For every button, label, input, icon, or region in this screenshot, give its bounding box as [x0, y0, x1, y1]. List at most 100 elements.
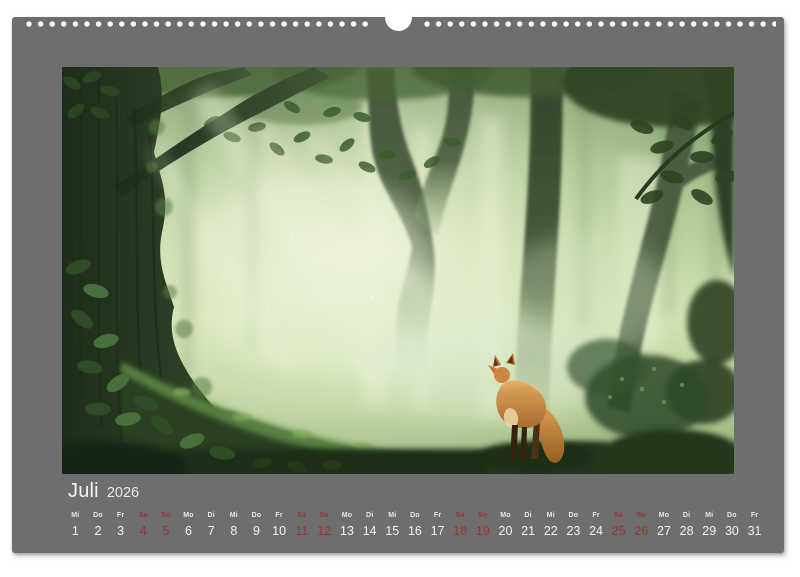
day-number: 8	[222, 524, 245, 538]
weekday-label: Do	[562, 511, 585, 520]
day-cell: Fr 3	[109, 511, 132, 538]
day-cell: Do 16	[404, 511, 427, 538]
weekday-label: So	[472, 511, 495, 520]
day-number: 27	[653, 524, 676, 538]
day-cell: Mo 6	[177, 511, 200, 538]
day-cell: Do 9	[245, 511, 268, 538]
day-cell: Di 7	[200, 511, 223, 538]
day-cell: Mo 27	[653, 511, 676, 538]
weekday-label: So	[313, 511, 336, 520]
days-row: Mi1Do2Fr3Sa4So5Mo6Di7Mi8Do9Fr10Sa11So12M…	[64, 511, 766, 538]
day-number: 22	[539, 524, 562, 538]
weekday-label: Fr	[585, 511, 608, 520]
day-cell: Mo 13	[336, 511, 359, 538]
year-label: 2026	[107, 485, 139, 501]
weekday-label: Fr	[426, 511, 449, 520]
day-cell: Fr 24	[585, 511, 608, 538]
weekday-label: Sa	[132, 511, 155, 520]
day-number: 21	[517, 524, 540, 538]
forest-fox-illustration	[62, 67, 734, 474]
day-cell: Fr 31	[743, 511, 766, 538]
day-cell: Fr 10	[268, 511, 291, 538]
weekday-label: Di	[517, 511, 540, 520]
day-number: 7	[200, 524, 223, 538]
day-cell: So 26	[630, 511, 653, 538]
calendar-artwork	[62, 67, 734, 474]
weekday-label: Do	[404, 511, 427, 520]
day-number: 1	[64, 524, 87, 538]
day-cell: Di 28	[675, 511, 698, 538]
weekday-label: Di	[200, 511, 223, 520]
day-cell: Sa 4	[132, 511, 155, 538]
day-cell: Do 30	[721, 511, 744, 538]
weekday-label: Sa	[607, 511, 630, 520]
day-cell: Di 21	[517, 511, 540, 538]
day-cell: So 12	[313, 511, 336, 538]
calendar-title: Juli 2026	[68, 480, 139, 503]
weekday-label: So	[630, 511, 653, 520]
day-cell: Do23	[562, 511, 585, 538]
weekday-label: Fr	[109, 511, 132, 520]
weekday-label: So	[155, 511, 178, 520]
weekday-label: Sa	[290, 511, 313, 520]
weekday-label: Mo	[494, 511, 517, 520]
day-cell: Mi 22	[539, 511, 562, 538]
day-cell: Sa 11	[290, 511, 313, 538]
weekday-label: Do	[245, 511, 268, 520]
weekday-label: Mi	[539, 511, 562, 520]
day-number: 14	[358, 524, 381, 538]
day-number: 16	[404, 524, 427, 538]
day-cell: Mi 8	[222, 511, 245, 538]
binding-holes-right	[424, 20, 776, 28]
weekday-label: Mo	[653, 511, 676, 520]
weekday-label: Mi	[64, 511, 87, 520]
day-number: 10	[268, 524, 291, 538]
day-number: 30	[721, 524, 744, 538]
day-number: 6	[177, 524, 200, 538]
day-cell: Mi29	[698, 511, 721, 538]
day-number: 4	[132, 524, 155, 538]
day-number: 3	[109, 524, 132, 538]
weekday-label: Mi	[222, 511, 245, 520]
day-number: 20	[494, 524, 517, 538]
weekday-label: Di	[675, 511, 698, 520]
day-number: 26	[630, 524, 653, 538]
day-number: 19	[472, 524, 495, 538]
day-cell: Mi 15	[381, 511, 404, 538]
weekday-label: Do	[721, 511, 744, 520]
day-number: 5	[155, 524, 178, 538]
day-number: 17	[426, 524, 449, 538]
weekday-label: Mi	[698, 511, 721, 520]
day-number: 11	[290, 524, 313, 538]
weekday-label: Fr	[268, 511, 291, 520]
day-number: 9	[245, 524, 268, 538]
hanger-notch	[385, 4, 412, 31]
day-cell: Sa 18	[449, 511, 472, 538]
day-number: 24	[585, 524, 608, 538]
weekday-label: Mo	[336, 511, 359, 520]
day-number: 18	[449, 524, 472, 538]
day-number: 2	[87, 524, 110, 538]
day-number: 28	[675, 524, 698, 538]
day-cell: Fr 17	[426, 511, 449, 538]
day-number: 15	[381, 524, 404, 538]
day-cell: Sa 25	[607, 511, 630, 538]
weekday-label: Sa	[449, 511, 472, 520]
weekday-label: Di	[358, 511, 381, 520]
day-cell: Mo 20	[494, 511, 517, 538]
weekday-label: Mi	[381, 511, 404, 520]
day-cell: So 19	[472, 511, 495, 538]
day-cell: Do 2	[87, 511, 110, 538]
month-title: Juli	[68, 480, 99, 503]
day-number: 12	[313, 524, 336, 538]
weekday-label: Fr	[743, 511, 766, 520]
day-cell: Di 14	[358, 511, 381, 538]
weekday-label: Do	[87, 511, 110, 520]
day-cell: Mi 1	[64, 511, 87, 538]
weekday-label: Mo	[177, 511, 200, 520]
day-number: 13	[336, 524, 359, 538]
day-number: 31	[743, 524, 766, 538]
binding-holes-left	[26, 20, 372, 28]
calendar-card: Juli 2026 Mi1Do2Fr3Sa4So5Mo6Di7Mi8Do9Fr1…	[12, 17, 784, 553]
day-number: 25	[607, 524, 630, 538]
